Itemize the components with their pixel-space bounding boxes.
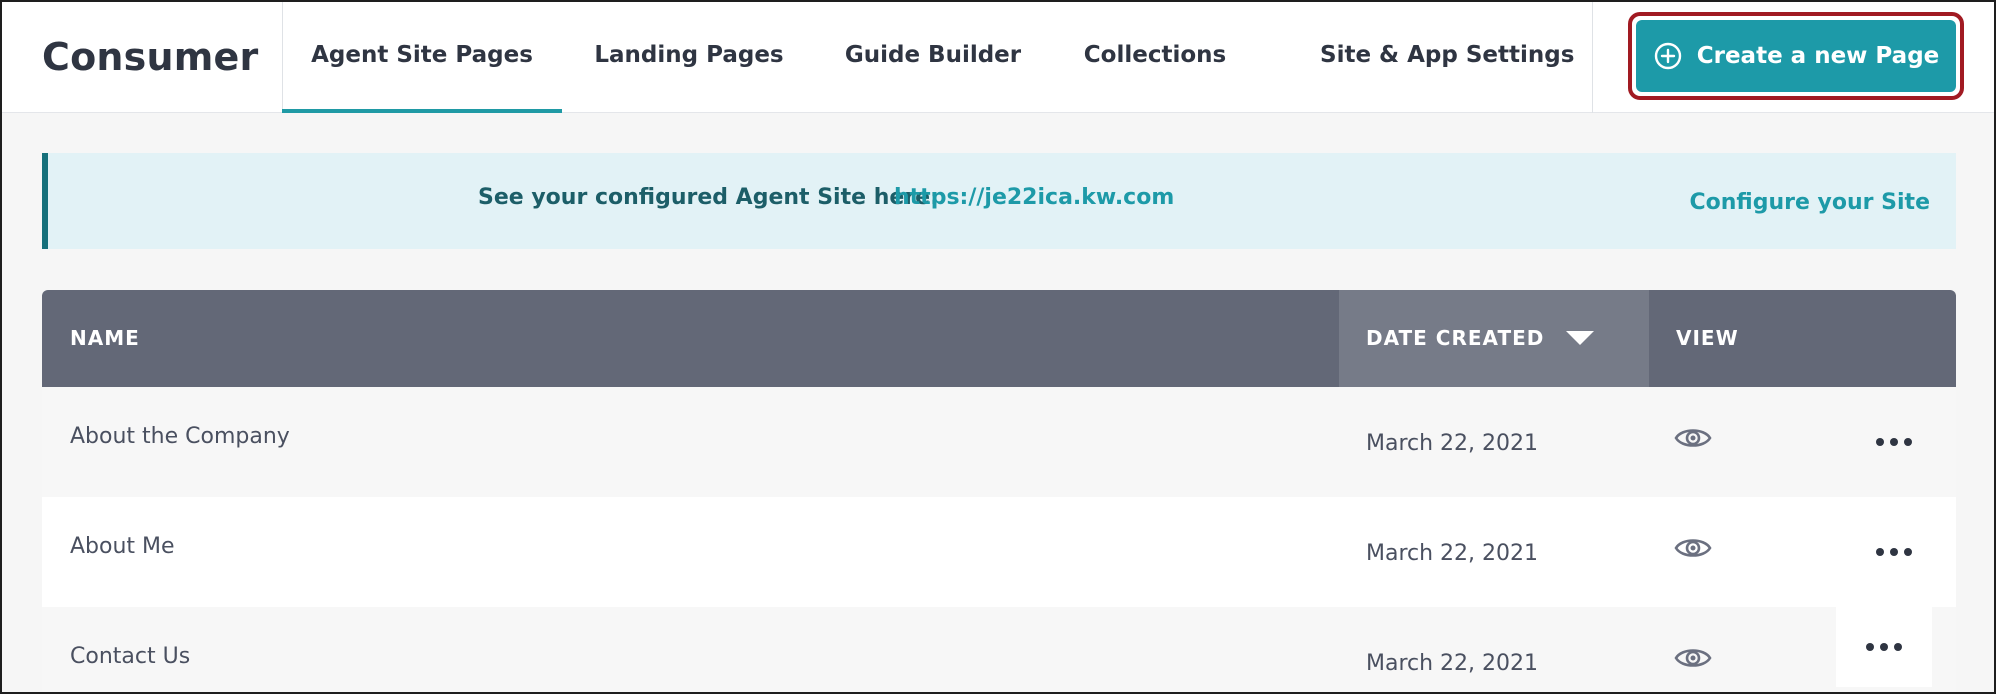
app-frame: Consumer Agent Site Pages Landing Pages …	[0, 0, 1996, 694]
page-name[interactable]: About Me	[70, 497, 175, 607]
more-horizontal-icon	[1876, 548, 1912, 556]
page-name[interactable]: Contact Us	[70, 607, 190, 692]
tab-site-app-settings[interactable]: Site & App Settings	[1320, 2, 1574, 113]
column-header-date-created[interactable]: DATE CREATED	[1366, 290, 1595, 387]
eye-icon[interactable]	[1674, 645, 1712, 671]
page-date-created: March 22, 2021	[1366, 431, 1539, 456]
more-horizontal-icon	[1876, 438, 1912, 446]
eye-icon[interactable]	[1674, 535, 1712, 561]
caret-down-icon	[1566, 330, 1595, 345]
table-row[interactable]: About Me March 22, 2021	[42, 497, 1956, 607]
agent-site-link[interactable]: https://je22ica.kw.com	[894, 153, 1174, 243]
tab-collections[interactable]: Collections	[1082, 2, 1228, 113]
tab-guide-builder[interactable]: Guide Builder	[842, 2, 1024, 113]
top-navigation: Consumer Agent Site Pages Landing Pages …	[2, 2, 1994, 113]
create-new-page-label: Create a new Page	[1696, 43, 1940, 69]
more-options-button[interactable]	[1862, 387, 1926, 497]
agent-site-banner: See your configured Agent Site here: htt…	[42, 153, 1956, 249]
configure-site-link[interactable]: Configure your Site	[1689, 153, 1930, 249]
pages-table: NAME DATE CREATED VIEW About the Company…	[42, 290, 1956, 692]
column-header-date-label: DATE CREATED	[1366, 326, 1545, 350]
table-row[interactable]: Contact Us March 22, 2021	[42, 607, 1956, 692]
table-row[interactable]: About the Company March 22, 2021	[42, 387, 1956, 497]
banner-label: See your configured Agent Site here:	[478, 185, 939, 210]
plus-circle-icon	[1654, 42, 1681, 70]
page-date-created: March 22, 2021	[1366, 541, 1539, 566]
more-horizontal-icon	[1866, 643, 1902, 651]
tab-landing-pages[interactable]: Landing Pages	[592, 2, 786, 113]
column-header-view: VIEW	[1676, 326, 1739, 350]
more-options-button[interactable]	[1862, 497, 1926, 607]
eye-icon[interactable]	[1674, 425, 1712, 451]
column-header-name[interactable]: NAME	[70, 290, 140, 387]
table-header: NAME DATE CREATED VIEW	[42, 290, 1956, 387]
brand-title: Consumer	[42, 35, 259, 79]
page-name[interactable]: About the Company	[70, 387, 290, 497]
create-new-page-button[interactable]: Create a new Page	[1636, 20, 1956, 92]
tab-agent-site-pages[interactable]: Agent Site Pages	[282, 2, 562, 113]
nav-divider	[1592, 2, 1593, 113]
more-options-button[interactable]	[1836, 607, 1932, 687]
page-date-created: March 22, 2021	[1366, 651, 1539, 676]
